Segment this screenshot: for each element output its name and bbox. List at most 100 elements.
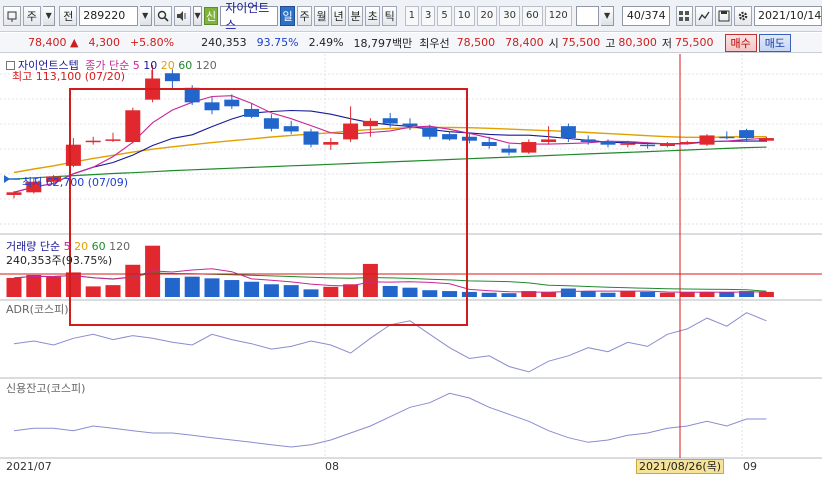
chevron-down-icon[interactable]: ▼ (43, 5, 56, 26)
volume-bar (85, 286, 101, 297)
period-month[interactable]: 월 (314, 5, 330, 26)
interval-label: 10 (457, 10, 471, 21)
display-count-input[interactable]: 40/374 (621, 5, 670, 26)
volume-bar (303, 289, 319, 297)
candle-body (125, 110, 141, 143)
volume-bar (620, 291, 636, 297)
period-tick[interactable]: 틱 (382, 5, 398, 26)
period-week[interactable]: 주 (297, 5, 313, 26)
candle-body (6, 192, 22, 195)
ma120-legend: 120 (195, 59, 217, 72)
sell-button[interactable]: 매도 (758, 33, 792, 52)
speaker-icon[interactable] (173, 5, 192, 26)
current-price: 78,400 ▲ (0, 36, 83, 49)
current-price-value: 78,400 (28, 36, 67, 49)
grid-icon[interactable] (675, 5, 694, 26)
candle-body (303, 131, 319, 145)
stock-code-value: 289220 (83, 9, 126, 22)
search-icon[interactable] (153, 5, 172, 26)
chart-line-icon[interactable] (695, 5, 713, 26)
new-badge-label: 신 (206, 9, 217, 23)
sell-button-label: 매도 (764, 36, 786, 50)
candle-body (85, 140, 101, 143)
volume-bar (46, 276, 62, 297)
stock-code-input[interactable]: 289220 (79, 5, 138, 26)
stock-chart[interactable] (0, 54, 822, 479)
candle-body (679, 142, 695, 144)
chevron-down-icon[interactable]: ▼ (139, 5, 152, 26)
chevron-down-icon[interactable]: ▼ (193, 5, 203, 26)
volume-bar (362, 263, 378, 297)
volume-bar (422, 290, 438, 297)
market-type-select[interactable]: 주 (22, 5, 42, 26)
candle-body (164, 73, 180, 82)
chart-background (0, 54, 822, 479)
candle (125, 107, 141, 144)
save-icon[interactable] (714, 5, 733, 26)
interval-1-button[interactable]: 1 (404, 5, 420, 26)
volume-bar (580, 291, 596, 297)
volume-bar (699, 292, 715, 297)
interval-60-button[interactable]: 60 (521, 5, 543, 26)
volume-bar (224, 280, 240, 297)
stock-name-value: 자이언트스 (225, 0, 270, 32)
period-week-label: 주 (299, 9, 310, 23)
candle-body (659, 143, 675, 146)
period-day[interactable]: 일 (280, 5, 296, 26)
turnover-rate: 2.49% (308, 36, 344, 49)
chevron-down-icon[interactable]: ▼ (601, 5, 614, 26)
trade-volume: 240,353 (201, 36, 247, 49)
buy-button-label: 매수 (730, 36, 751, 50)
market-type-label: 주 (26, 9, 37, 23)
high-annotation: 최고 113,100 (07/20) (12, 70, 126, 83)
interval-30-button[interactable]: 30 (499, 5, 520, 26)
candle-body (382, 118, 398, 124)
interval-label: 30 (503, 10, 516, 21)
period-year[interactable]: 년 (331, 5, 347, 26)
buy-button[interactable]: 매수 (724, 33, 757, 52)
high-price: 80,300 (618, 36, 657, 49)
candle-body (422, 127, 438, 137)
pin-icon[interactable] (3, 5, 21, 26)
candle-body (362, 120, 378, 127)
ma60-legend: 60 (178, 59, 193, 72)
vol-ma120-legend: 120 (109, 240, 131, 253)
interval-120-button[interactable]: 120 (544, 5, 572, 26)
interval-5-button[interactable]: 5 (437, 5, 452, 26)
candle-body (224, 99, 240, 107)
up-arrow-icon: ▲ (70, 36, 79, 49)
interval-label: 120 (548, 10, 568, 21)
period-minute[interactable]: 분 (348, 5, 364, 26)
candle-body (560, 126, 576, 139)
stock-name-field[interactable]: 자이언트스 (220, 1, 279, 32)
volume-bar (323, 286, 339, 297)
sub-type-button[interactable]: 전 (59, 5, 78, 26)
interval-20-button[interactable]: 20 (476, 5, 498, 26)
volume-bar (560, 288, 576, 297)
x-axis-label-aug: 08 (325, 460, 339, 473)
candle-body (244, 108, 260, 117)
candle-body (65, 144, 81, 166)
volume-bar (283, 285, 299, 297)
date-input[interactable]: 2021/10/14 (754, 5, 822, 26)
ma5-legend: 5 (132, 59, 140, 72)
candle-body (699, 135, 715, 145)
period-year-label: 년 (333, 9, 344, 23)
date-value: 2021/10/14 (758, 9, 822, 22)
interval-3-button[interactable]: 3 (421, 5, 436, 26)
candle-body (758, 138, 774, 141)
candle-body (719, 136, 735, 139)
gear-icon[interactable] (734, 5, 753, 26)
volume-bar (600, 292, 616, 297)
period-second[interactable]: 초 (365, 5, 381, 26)
candle (303, 128, 319, 148)
volume-bar (758, 291, 774, 297)
volume-bar (659, 292, 675, 297)
volume-bar (402, 287, 418, 297)
cursor-date-label: 2021/08/26(목) (636, 459, 725, 474)
candle-body (461, 136, 477, 141)
volume-bar (105, 285, 121, 297)
volume-bar (204, 278, 220, 297)
custom-interval-input[interactable] (575, 5, 600, 26)
interval-10-button[interactable]: 10 (453, 5, 475, 26)
